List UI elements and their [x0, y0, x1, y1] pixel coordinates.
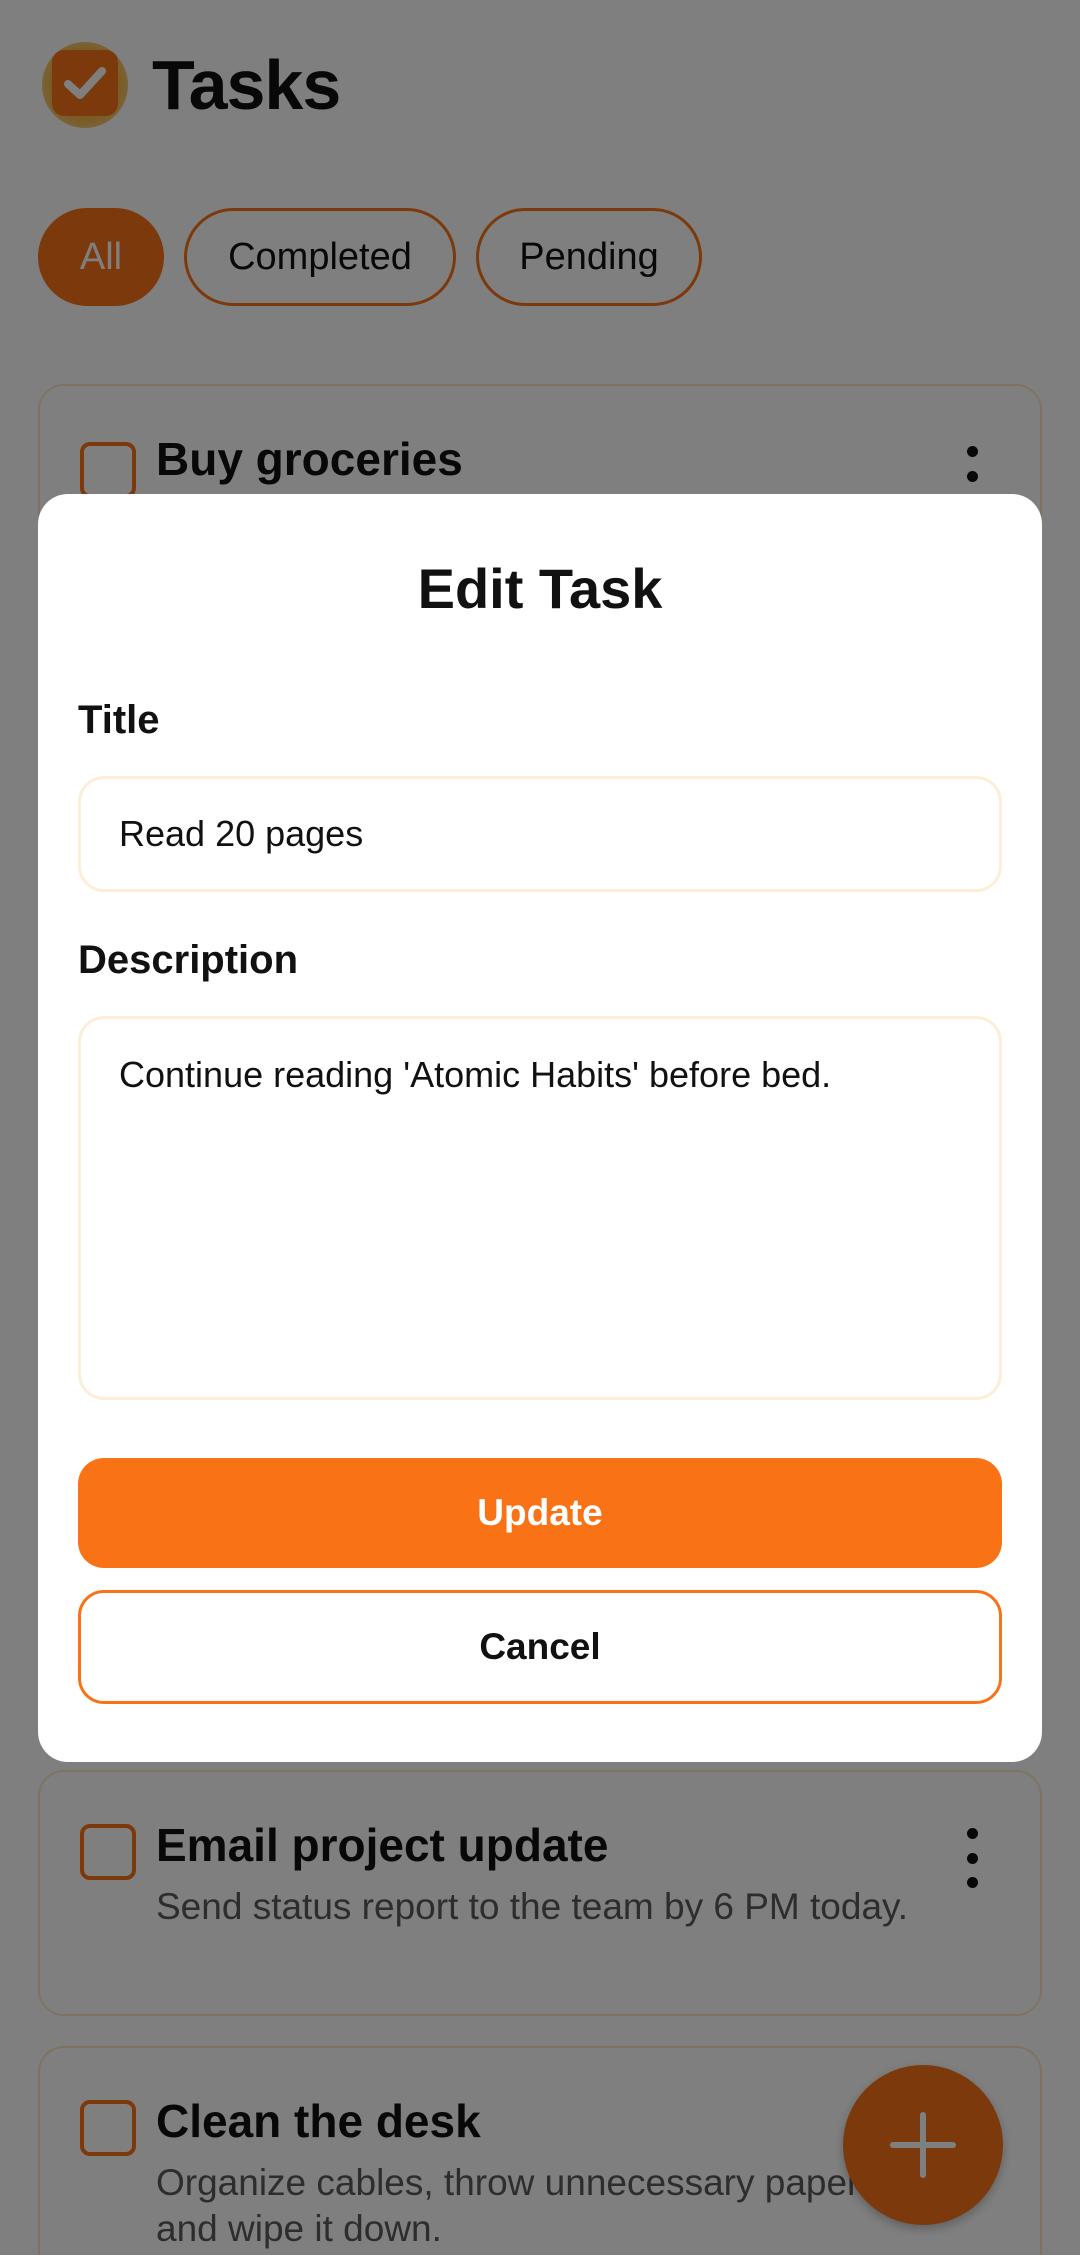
title-input[interactable] [78, 776, 1002, 892]
edit-task-dialog: Edit Task Title Description Continue rea… [38, 494, 1042, 1762]
cancel-button[interactable]: Cancel [78, 1590, 1002, 1704]
description-label: Description [78, 938, 299, 982]
app-root: Tasks All Completed Pending Buy grocerie… [0, 0, 1080, 2255]
title-label: Title [78, 698, 160, 742]
dialog-title: Edit Task [417, 557, 663, 620]
description-input[interactable]: Continue reading 'Atomic Habits' before … [78, 1016, 1002, 1400]
update-button[interactable]: Update [78, 1458, 1002, 1568]
